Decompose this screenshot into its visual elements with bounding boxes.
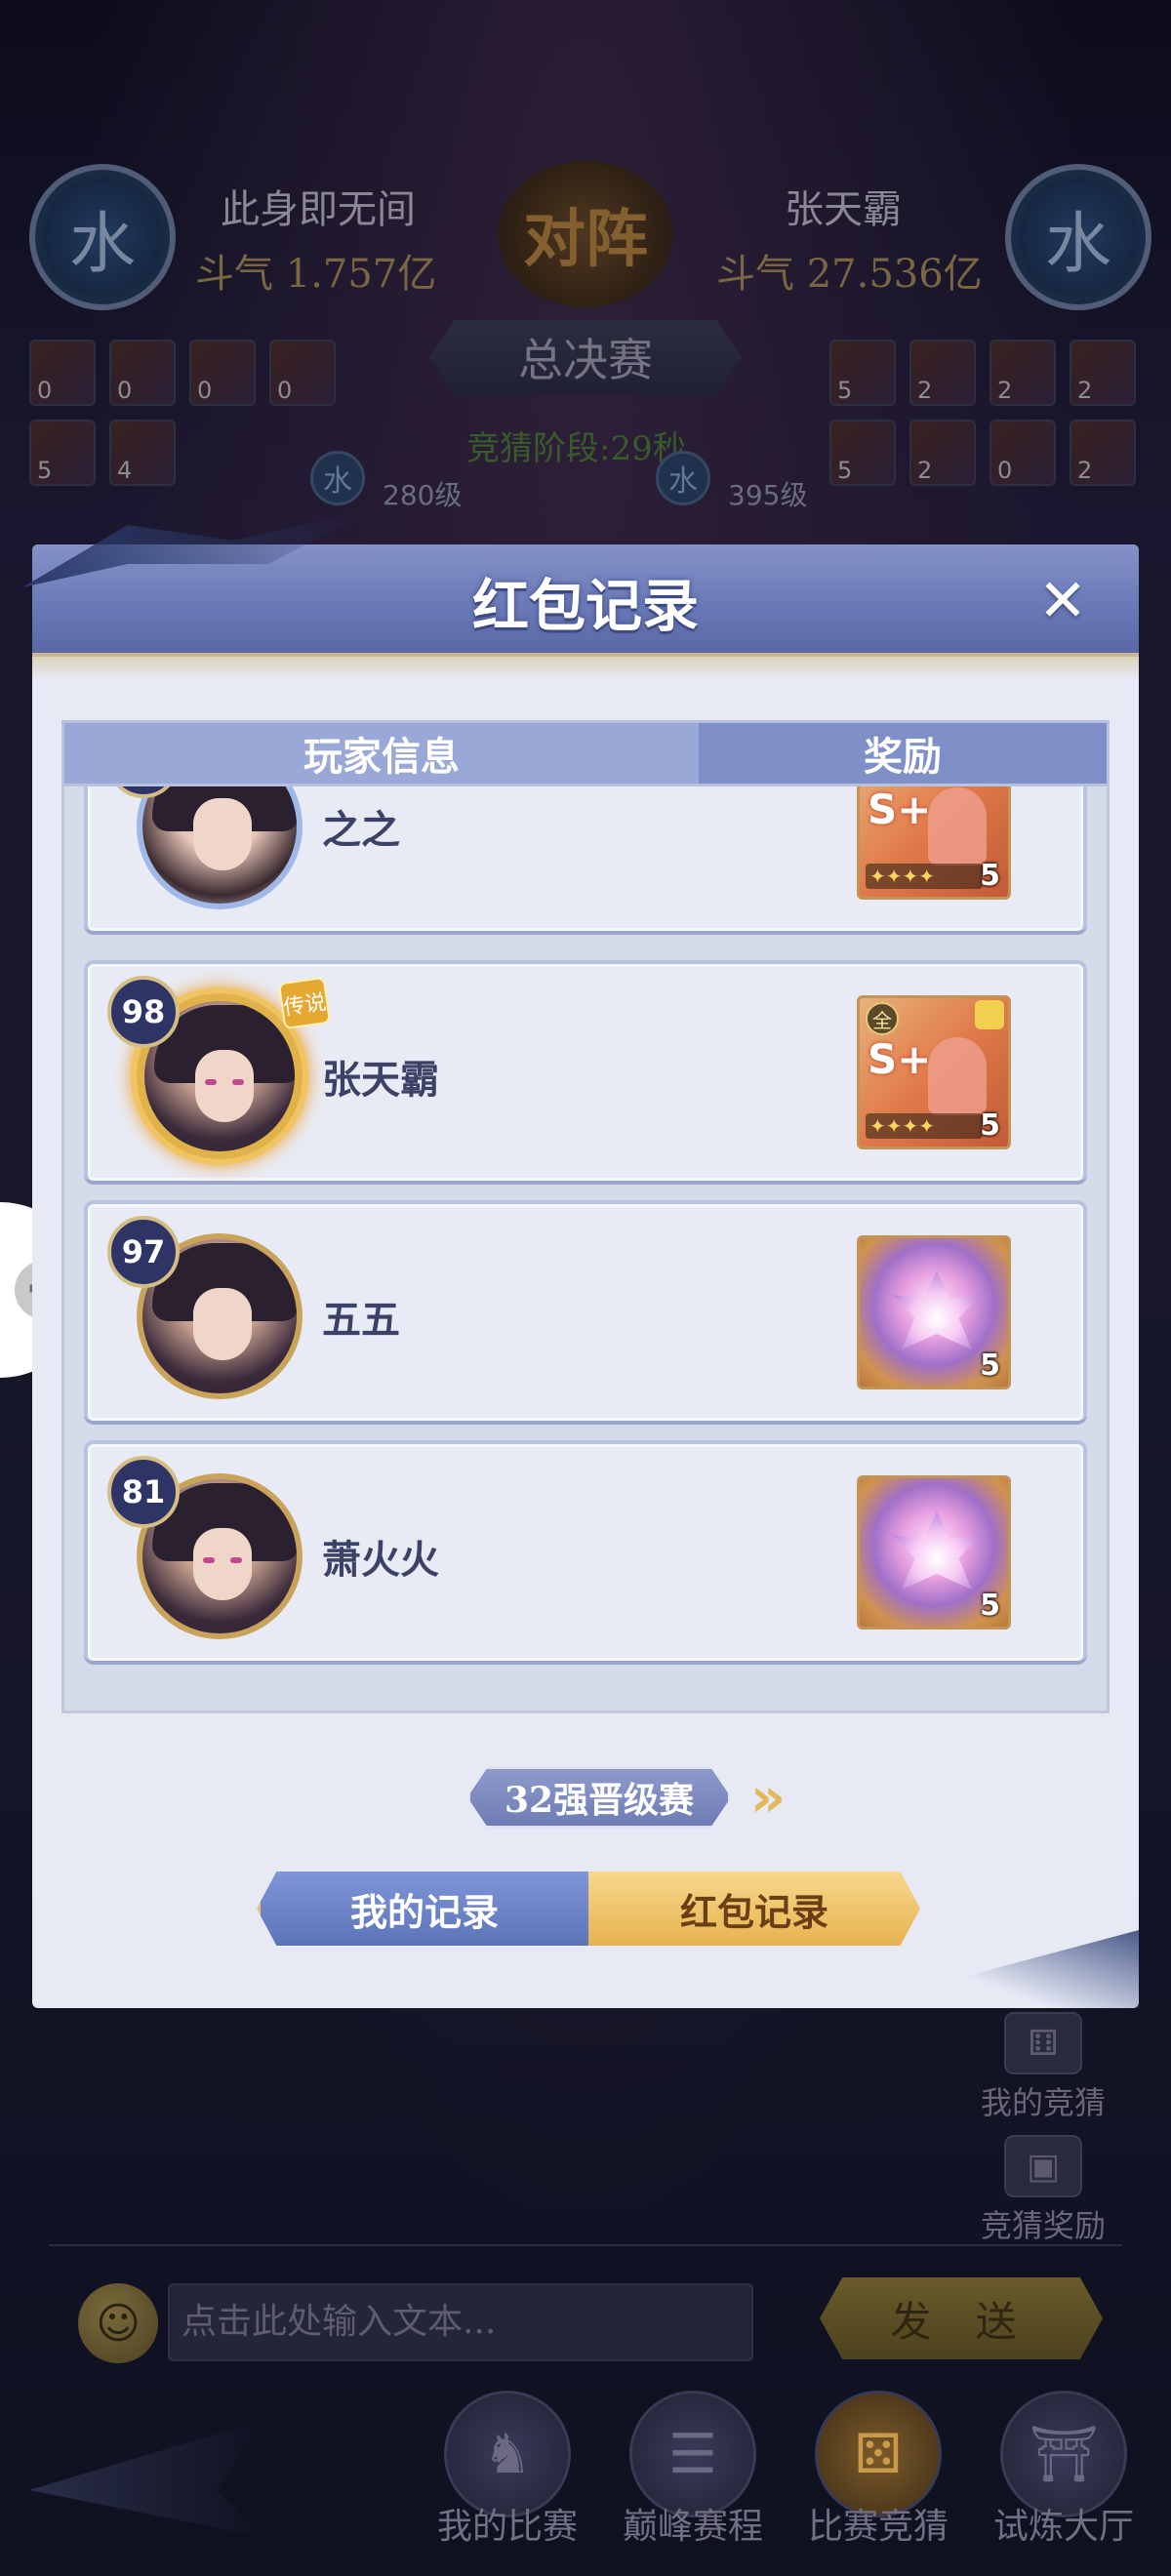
nav-label: 试炼大厅 (992, 2507, 1134, 2547)
player-name: 萧火火 (322, 1537, 439, 1583)
reward-grade: S+ (868, 786, 932, 833)
puzzle-icon (975, 1000, 1004, 1029)
list-item: 81 之之 全 S+ ✦✦✦✦ 5 (84, 786, 1087, 935)
red-packet-record-dialog: 红包记录 ✕ 玩家信息 奖励 81 之之 全 S+ ✦✦✦✦ 5 (32, 544, 1139, 2008)
lotus-crystal-icon (893, 1271, 981, 1349)
bet-rewards-button[interactable]: ▣ 竞猜奖励 (970, 2135, 1116, 2252)
nav-label: 巅峰赛程 (622, 2507, 763, 2547)
chest-icon: ▣ (1004, 2135, 1082, 2197)
player-name: 张天霸 (322, 1057, 439, 1103)
my-bets-button[interactable]: ⚅ 我的竞猜 (970, 2012, 1116, 2129)
column-header: 玩家信息 奖励 (61, 720, 1110, 786)
tab-red-packet-records[interactable]: 红包记录 (588, 1872, 920, 1946)
reward-quantity: 5 (980, 1108, 1000, 1143)
list-item: 81 萧火火 5 (84, 1440, 1087, 1665)
reward-item[interactable]: 5 (857, 1235, 1011, 1389)
avatar (137, 786, 303, 909)
chat-bar: ☺ 点击此处输入文本... 发 送 (49, 2244, 1122, 2363)
all-badge-icon: 全 (866, 1002, 899, 1035)
dice-icon: ⚅ (1004, 2012, 1082, 2074)
nav-trial-hall[interactable]: ⛩ 试炼大厅 (976, 2391, 1151, 2576)
reward-item[interactable]: 5 (857, 1475, 1011, 1630)
send-button[interactable]: 发 送 (820, 2277, 1103, 2359)
nav-label: 我的比赛 (436, 2507, 578, 2547)
stage-label[interactable]: 32强晋级赛 (467, 1766, 731, 1829)
next-stage-arrow-icon[interactable]: » (739, 1766, 797, 1830)
player-name: 之之 (322, 807, 400, 853)
reward-item[interactable]: 全 S+ ✦✦✦✦ 5 (857, 995, 1011, 1149)
nav-match-betting[interactable]: ⚄ 比赛竞猜 (790, 2391, 966, 2576)
star-rating-icon: ✦✦✦✦ (866, 1113, 983, 1139)
tab-my-records[interactable]: 我的记录 (257, 1872, 588, 1946)
reward-item[interactable]: 全 S+ ✦✦✦✦ 5 (857, 786, 1011, 900)
nav-my-matches[interactable]: ♞ 我的比赛 (420, 2391, 595, 2576)
level-badge: 98 (107, 976, 180, 1048)
close-icon[interactable]: ✕ (1028, 566, 1098, 636)
lotus-crystal-icon (893, 1511, 981, 1590)
reward-quantity: 5 (980, 1589, 1000, 1623)
bet-rewards-label: 竞猜奖励 (980, 2207, 1106, 2244)
column-player-info: 玩家信息 (64, 723, 699, 784)
reward-quantity: 5 (980, 1348, 1000, 1383)
record-tab-switch: 我的记录 红包记录 (257, 1872, 930, 1946)
level-badge: 97 (107, 1216, 180, 1288)
list-item: 97 五五 5 (84, 1200, 1087, 1425)
my-bets-label: 我的竞猜 (980, 2084, 1106, 2121)
chat-input[interactable]: 点击此处输入文本... (168, 2283, 753, 2361)
star-rating-icon: ✦✦✦✦ (866, 864, 983, 889)
level-badge: 81 (107, 1456, 180, 1528)
list-item: 传说 98 张天霸 全 S+ ✦✦✦✦ 5 (84, 960, 1087, 1185)
emoji-icon[interactable]: ☺ (78, 2283, 158, 2363)
record-list[interactable]: 81 之之 全 S+ ✦✦✦✦ 5 传说 98 张天霸 全 (61, 786, 1110, 1713)
nav-peak-schedule[interactable]: ☰ 巅峰赛程 (605, 2391, 781, 2576)
column-reward: 奖励 (699, 723, 1107, 784)
dialog-title: 红包记录 (471, 572, 699, 639)
header-stripe (32, 657, 1139, 680)
player-name: 五五 (322, 1297, 400, 1343)
reward-grade: S+ (868, 1035, 932, 1083)
reward-quantity: 5 (980, 859, 1000, 893)
nav-label: 比赛竞猜 (807, 2507, 949, 2547)
